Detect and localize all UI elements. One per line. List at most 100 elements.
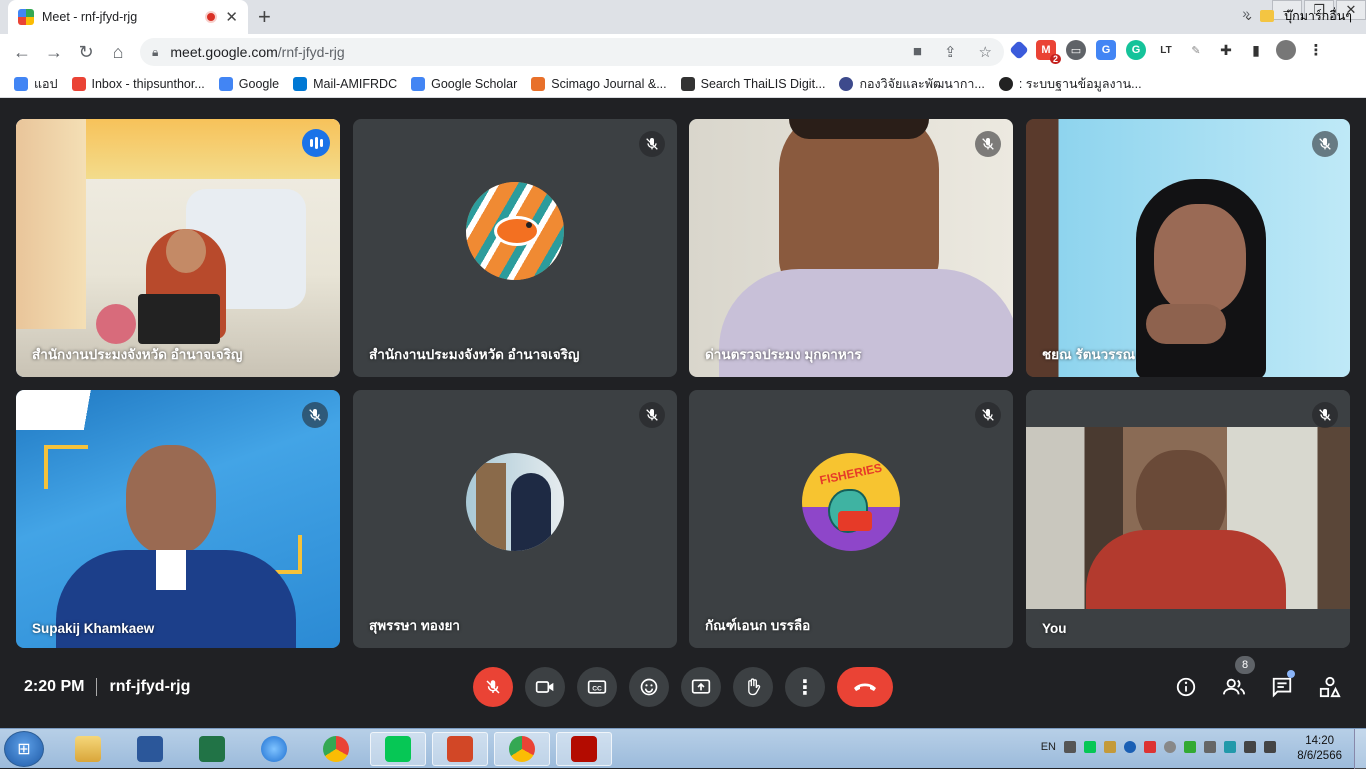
start-button[interactable]: ⊞ [4,731,44,767]
acrobat-icon [571,736,597,762]
tab-meet[interactable]: Meet - rnf-jfyd-rjg ✕ [8,0,248,34]
bookmark-star-icon[interactable]: ☆ [979,43,992,61]
tab-strip: Meet - rnf-jfyd-rjg ✕ + ⌄ – ❐ ✕ [0,0,1366,34]
raise-hand-button[interactable] [733,667,773,707]
back-arrow-icon[interactable]: ← [6,42,38,63]
participant-tile[interactable]: FISHERIES กัณฑ์เอนก บรรลือ [689,390,1013,648]
bookmarks-overflow-icon[interactable]: » [1242,5,1250,21]
participant-tile[interactable]: ชยณ รัตนวรรณ [1026,119,1350,377]
more-options-button[interactable]: ⋮ [785,667,825,707]
lt-extension-icon[interactable]: LT [1156,40,1176,60]
taskbar-chrome-profile[interactable] [494,732,550,766]
people-button[interactable] [1222,675,1246,699]
usb-icon[interactable] [1204,741,1216,753]
participant-tile[interactable]: สำนักงานประมงจังหวัด อำนาจเจริญ [16,119,340,377]
bookmark-item[interactable]: Inbox - thipsunthor... [71,76,205,91]
home-icon[interactable]: ⌂ [102,42,134,63]
taskbar-acrobat[interactable] [556,732,612,766]
bookmark-item[interactable]: Mail-AMIFRDC [293,76,397,91]
participant-name: You [1042,621,1067,636]
leave-call-button[interactable] [837,667,893,707]
meeting-details-button[interactable] [1174,675,1198,699]
apps-grid-icon [14,76,28,91]
captions-button[interactable]: CC [577,667,617,707]
windows-logo-icon: ⊞ [17,741,31,758]
grammarly-icon[interactable]: G [1126,40,1146,60]
participant-tile[interactable]: Supakij Khamkaew [16,390,340,648]
extension-blue-icon[interactable] [1009,40,1029,60]
end-call-icon [854,683,876,691]
mic-muted-icon [1312,402,1338,428]
taskbar-excel[interactable] [184,732,240,766]
line-tray-icon[interactable] [1084,741,1096,753]
participant-tile[interactable]: You [1026,390,1350,648]
bookmark-item[interactable]: Scimago Journal &... [531,76,667,91]
lock-icon[interactable]: 🔒︎ [152,45,158,60]
emoji-icon [640,678,658,696]
taskbar-line[interactable] [370,732,426,766]
participant-video [16,119,340,377]
volume-icon[interactable] [1264,741,1276,753]
camera-in-use-icon[interactable]: ■ [913,43,922,61]
bookmark-item[interactable]: แอป [14,74,58,94]
forward-arrow-icon[interactable]: → [38,42,70,63]
mic-muted-icon [302,402,328,428]
menu-kebab-icon[interactable]: ⋮ [1306,40,1326,60]
bookmark-item[interactable]: กองวิจัยและพัฒนากา... [839,74,985,94]
taskbar-explorer[interactable] [60,732,116,766]
tray-s-icon[interactable] [1164,741,1176,753]
new-tab-button[interactable]: + [258,4,271,30]
speaking-indicator-icon [302,129,330,157]
address-bar[interactable]: 🔒︎ meet.google.com/rnf-jfyd-rjg ■ ⇪ ☆ [140,38,1004,66]
share-icon[interactable]: ⇪ [944,43,957,61]
participant-video [1026,119,1350,377]
participant-avatar [466,182,564,280]
reload-icon[interactable]: ↻ [70,42,102,63]
extensions-puzzle-icon[interactable]: ✚ [1216,40,1236,60]
chrome-icon [323,736,349,762]
chat-extension-icon[interactable]: ▭ [1066,40,1086,60]
profile-avatar[interactable] [1276,40,1296,60]
participant-tile[interactable]: สุพรรษา ทองยา [353,390,677,648]
clock-date: 8/6/2566 [1297,750,1342,762]
bookmark-item[interactable]: Google Scholar [411,76,518,91]
participant-name: ด่านตรวจประมง มุกดาหาร [705,347,862,362]
bookmark-item[interactable]: Search ThaiLIS Digit... [680,76,825,91]
show-desktop-button[interactable] [1354,729,1366,769]
bookmark-label: Google Scholar [431,76,518,91]
taskbar-powerpoint[interactable] [432,732,488,766]
antivirus-icon[interactable] [1144,741,1156,753]
tray-t-icon[interactable] [1104,741,1116,753]
sync-icon[interactable] [1184,741,1196,753]
side-panel-icon[interactable]: ▮ [1246,40,1266,60]
clock-time: 14:20 [1305,735,1334,747]
taskbar-ie[interactable] [246,732,302,766]
chat-icon [1272,677,1292,698]
line-app-icon [385,736,411,762]
recording-indicator-icon [205,11,218,23]
system-tray: EN [1041,741,1276,753]
translate-extension-icon[interactable]: G [1096,40,1116,60]
camera-button[interactable] [525,667,565,707]
pen-extension-icon[interactable]: ✎ [1186,40,1206,60]
tray-device-icon[interactable] [1224,741,1236,753]
system-clock[interactable]: 14:20 8/6/2566 [1297,734,1342,764]
close-tab-icon[interactable]: ✕ [225,8,238,26]
present-screen-button[interactable] [681,667,721,707]
other-bookmarks[interactable]: บุ๊กมาร์กอื่นๆ [1260,6,1352,26]
taskbar-word[interactable] [122,732,178,766]
action-center-flag-icon[interactable] [1244,741,1256,753]
mic-off-button[interactable] [473,667,513,707]
language-indicator[interactable]: EN [1041,741,1056,753]
emoji-reactions-button[interactable] [629,667,669,707]
bookmark-item[interactable]: Google [218,76,279,91]
activities-button[interactable] [1318,675,1342,699]
network-icon[interactable] [1064,741,1076,753]
bluetooth-icon[interactable] [1124,741,1136,753]
taskbar-chrome[interactable] [308,732,364,766]
participant-tile[interactable]: สำนักงานประมงจังหวัด อำนาจเจริญ [353,119,677,377]
participant-tile[interactable]: ด่านตรวจประมง มุกดาหาร [689,119,1013,377]
gmail-extension-icon[interactable]: M2 [1036,40,1061,64]
chat-button[interactable] [1270,675,1294,699]
bookmark-item[interactable]: : ระบบฐานข้อมูลงาน... [998,74,1142,94]
